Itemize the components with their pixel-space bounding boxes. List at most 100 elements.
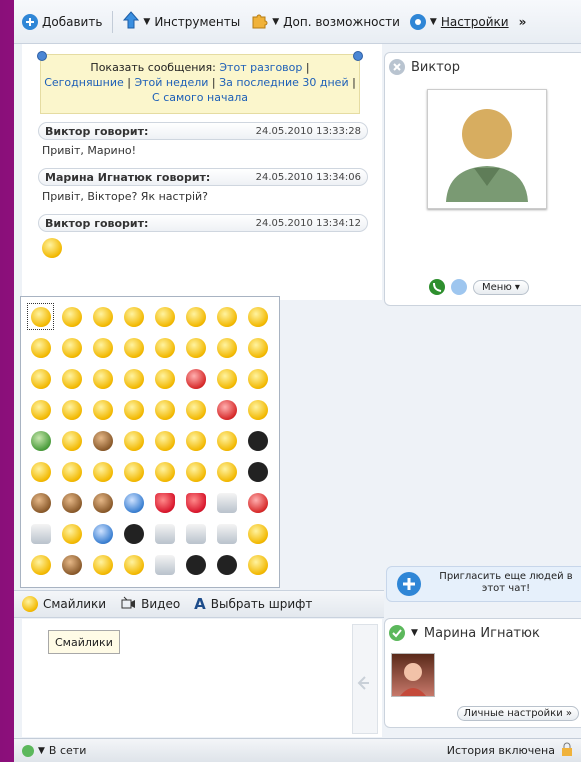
overflow-button[interactable]: »	[519, 15, 527, 29]
emoticon-cell[interactable]	[180, 363, 211, 394]
filter-beginning[interactable]: С самого начала	[152, 91, 248, 104]
tools-button[interactable]: ▼ Инструменты	[123, 11, 240, 32]
emoticon-icon	[123, 461, 144, 482]
smileys-button[interactable]: Смайлики	[22, 596, 106, 612]
emoticon-cell[interactable]	[149, 456, 180, 487]
emoticon-cell[interactable]	[56, 549, 87, 580]
emoticon-cell[interactable]	[149, 549, 180, 580]
emoticon-cell[interactable]	[180, 549, 211, 580]
emoticon-cell[interactable]	[118, 301, 149, 332]
send-button[interactable]	[352, 624, 378, 734]
emoticon-cell[interactable]	[87, 332, 118, 363]
emoticon-cell[interactable]	[242, 394, 273, 425]
emoticon-cell[interactable]	[242, 363, 273, 394]
emoticon-cell[interactable]	[149, 394, 180, 425]
emoticon-cell[interactable]	[242, 425, 273, 456]
emoticon-cell[interactable]	[211, 394, 242, 425]
emoticon-cell[interactable]	[56, 456, 87, 487]
self-title[interactable]: ▼ Марина Игнатюк	[389, 625, 540, 641]
emoticon-cell[interactable]	[180, 425, 211, 456]
personal-settings-button[interactable]: Личные настройки »	[456, 706, 579, 721]
emoticon-cell[interactable]	[149, 425, 180, 456]
emoticon-cell[interactable]	[118, 394, 149, 425]
emoticon-cell[interactable]	[87, 394, 118, 425]
emoticon-cell[interactable]	[25, 456, 56, 487]
emoticon-cell[interactable]	[211, 487, 242, 518]
emoticon-cell[interactable]	[87, 425, 118, 456]
emoticon-cell[interactable]	[242, 549, 273, 580]
menu-button[interactable]: Меню ▾	[473, 279, 529, 295]
message-header: Виктор говорит: 24.05.2010 13:33:28	[38, 122, 368, 140]
emoticon-cell[interactable]	[87, 456, 118, 487]
emoticon-cell[interactable]	[242, 332, 273, 363]
add-button[interactable]: Добавить	[22, 13, 102, 30]
emoticon-cell[interactable]	[211, 518, 242, 549]
emoticon-cell[interactable]	[180, 456, 211, 487]
filter-this-conversation[interactable]: Этот разговор	[219, 61, 302, 74]
emoticon-cell[interactable]	[242, 301, 273, 332]
emoticon-cell[interactable]	[211, 301, 242, 332]
video-button[interactable]: Видео	[120, 595, 180, 614]
emoticon-cell[interactable]	[87, 301, 118, 332]
emoticon-cell[interactable]	[87, 363, 118, 394]
settings-button[interactable]: ▼ Настройки	[409, 13, 509, 30]
emoticon-cell[interactable]	[56, 518, 87, 549]
emoticon-cell[interactable]	[180, 301, 211, 332]
emoticon-cell[interactable]	[25, 549, 56, 580]
emoticon-cell[interactable]	[211, 332, 242, 363]
invite-button[interactable]: Пригласить еще людей в этот чат!	[386, 566, 581, 602]
emoticon-cell[interactable]	[242, 456, 273, 487]
emoticon-cell[interactable]	[118, 456, 149, 487]
emoticon-cell[interactable]	[87, 487, 118, 518]
emoticon-cell[interactable]	[56, 487, 87, 518]
emoticon-cell[interactable]	[180, 518, 211, 549]
emoticon-cell[interactable]	[56, 363, 87, 394]
emoticon-cell[interactable]	[118, 425, 149, 456]
emoticon-cell[interactable]	[25, 425, 56, 456]
extras-button[interactable]: ▼ Доп. возможности	[250, 11, 400, 32]
emoticon-cell[interactable]	[149, 363, 180, 394]
status-selector[interactable]: ▼ В сети	[22, 744, 86, 757]
emoticon-cell[interactable]	[56, 394, 87, 425]
emoticon-cell[interactable]	[149, 518, 180, 549]
emoticon-cell[interactable]	[118, 332, 149, 363]
emoticon-cell[interactable]	[25, 487, 56, 518]
emoticon-cell[interactable]	[211, 456, 242, 487]
emoticon-cell[interactable]	[25, 363, 56, 394]
emoticon-cell[interactable]	[211, 425, 242, 456]
emoticon-cell[interactable]	[56, 332, 87, 363]
filter-last-30[interactable]: За последние 30 дней	[219, 76, 348, 89]
emoticon-cell[interactable]	[118, 487, 149, 518]
emoticon-cell[interactable]	[87, 518, 118, 549]
emoticon-icon	[247, 523, 268, 544]
emoticon-cell[interactable]	[180, 487, 211, 518]
emoticon-cell[interactable]	[149, 301, 180, 332]
emoticon-cell[interactable]	[180, 332, 211, 363]
emoticon-cell[interactable]	[118, 518, 149, 549]
emoticon-cell[interactable]	[87, 549, 118, 580]
emoticon-cell[interactable]	[25, 394, 56, 425]
emoticon-cell[interactable]	[118, 549, 149, 580]
emoticon-cell[interactable]	[56, 425, 87, 456]
emoticon-cell[interactable]	[211, 363, 242, 394]
emoticon-cell[interactable]	[25, 301, 56, 332]
emoticon-cell[interactable]	[118, 363, 149, 394]
chat-history[interactable]: Показать сообщения: Этот разговор | Сего…	[22, 44, 382, 300]
call-icon[interactable]	[429, 279, 445, 295]
font-button[interactable]: A Выбрать шрифт	[194, 595, 312, 613]
emoticon-cell[interactable]	[149, 332, 180, 363]
filter-week[interactable]: Этой недели	[134, 76, 208, 89]
emoticon-cell[interactable]	[25, 518, 56, 549]
filter-today[interactable]: Сегодняшние	[44, 76, 124, 89]
emoticon-icon	[30, 399, 51, 420]
emoticon-cell[interactable]	[149, 487, 180, 518]
emoticon-cell[interactable]	[56, 301, 87, 332]
emoticon-cell[interactable]	[211, 549, 242, 580]
emoticon-cell[interactable]	[25, 332, 56, 363]
emoticon-icon	[216, 337, 237, 358]
chat-icon[interactable]	[451, 279, 467, 295]
emoticon-cell[interactable]	[242, 518, 273, 549]
emoticon-cell[interactable]	[180, 394, 211, 425]
emoticon-cell[interactable]	[242, 487, 273, 518]
plus-icon	[22, 13, 38, 30]
